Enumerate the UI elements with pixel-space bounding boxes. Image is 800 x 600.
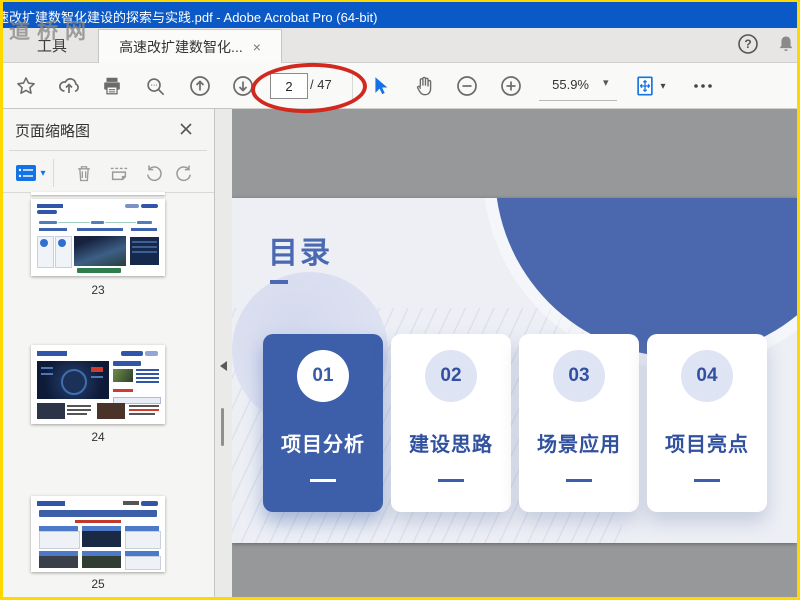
page-thumbnail-24[interactable] xyxy=(31,345,165,424)
next-page-icon[interactable] xyxy=(229,72,257,100)
toc-card-dash xyxy=(438,479,464,482)
toc-card-3[interactable]: 03 场景应用 xyxy=(519,334,639,512)
zoom-dropdown-caret-icon[interactable]: ▾ xyxy=(603,76,609,89)
thumbnail-page-number: 25 xyxy=(91,577,105,591)
sidebar-scrollbar-thumb[interactable] xyxy=(221,408,224,446)
panel-title: 页面缩略图 xyxy=(15,123,91,140)
delete-page-icon[interactable] xyxy=(71,159,97,187)
window-title: 速改扩建数智化建设的探索与实践.pdf - Adobe Acrobat Pro … xyxy=(3,10,378,25)
rotate-ccw-icon[interactable] xyxy=(141,159,167,187)
zoom-out-icon[interactable] xyxy=(453,72,481,100)
panel-resize-strip[interactable] xyxy=(215,109,232,597)
toc-card-number: 02 xyxy=(425,350,477,402)
options-caret-icon[interactable]: ▾ xyxy=(36,159,50,187)
toc-card-label: 场景应用 xyxy=(537,434,621,456)
toc-title-dash xyxy=(270,280,288,284)
toc-title: 目录 xyxy=(268,237,332,270)
tab-close-icon[interactable]: × xyxy=(253,39,261,55)
page-thumbnail-23[interactable] xyxy=(31,199,165,276)
toc-card-dash xyxy=(310,479,336,482)
tab-tools[interactable]: 工具 xyxy=(13,30,91,61)
print-icon[interactable] xyxy=(98,72,126,100)
tab-tools-label: 工具 xyxy=(36,38,67,55)
tab-document[interactable]: 高速改扩建数智化... × xyxy=(98,29,282,64)
search-icon[interactable] xyxy=(141,72,169,100)
more-tools-icon[interactable] xyxy=(689,72,717,100)
toc-card-number: 01 xyxy=(297,350,349,402)
extract-page-icon[interactable] xyxy=(106,159,132,187)
share-upload-icon[interactable] xyxy=(55,72,83,100)
thumbnail-page-number: 24 xyxy=(91,430,105,444)
toolbar-divider xyxy=(352,70,353,100)
document-viewport[interactable]: 目录 01 项目分析 02 建设思路 03 场景应用 04 项目亮点 xyxy=(232,108,797,597)
toc-card-4[interactable]: 04 项目亮点 xyxy=(647,334,767,512)
thumbnail-partial xyxy=(31,192,165,195)
toc-card-dash xyxy=(694,479,720,482)
favorites-star-icon[interactable] xyxy=(12,72,40,100)
help-icon[interactable]: ? xyxy=(735,29,761,59)
hand-tool-icon[interactable] xyxy=(410,72,438,100)
panel-tools-divider xyxy=(53,159,54,187)
panel-close-icon[interactable] xyxy=(175,118,197,140)
acrobat-window: 速改扩建数智化建设的探索与实践.pdf - Adobe Acrobat Pro … xyxy=(3,2,797,597)
screenshot-frame: 速改扩建数智化建设的探索与实践.pdf - Adobe Acrobat Pro … xyxy=(0,0,800,600)
toc-card-number: 04 xyxy=(681,350,733,402)
window-titlebar[interactable]: 速改扩建数智化建设的探索与实践.pdf - Adobe Acrobat Pro … xyxy=(3,2,797,28)
sidebar-collapse-arrow-icon[interactable] xyxy=(220,361,227,371)
page-count-label: / 47 xyxy=(310,77,332,92)
pdf-page[interactable]: 目录 01 项目分析 02 建设思路 03 场景应用 04 项目亮点 xyxy=(232,198,797,543)
rotate-cw-icon[interactable] xyxy=(171,159,197,187)
toc-card-number: 03 xyxy=(553,350,605,402)
select-tool-icon[interactable] xyxy=(366,72,394,100)
toc-card-1[interactable]: 01 项目分析 xyxy=(263,334,383,512)
page-thumbnail-25[interactable] xyxy=(31,496,165,572)
previous-page-icon[interactable] xyxy=(186,72,214,100)
main-toolbar: / 47 55.9% ▾ ▾ xyxy=(3,60,797,116)
page-number-input[interactable] xyxy=(270,73,308,99)
zoom-in-icon[interactable] xyxy=(497,72,525,100)
panel-divider xyxy=(9,150,207,151)
thumbnail-page-number: 23 xyxy=(91,283,105,297)
tab-bar: 工具 高速改扩建数智化... × ? xyxy=(3,28,797,64)
toc-card-label: 项目亮点 xyxy=(665,434,749,456)
zoom-level-value[interactable]: 55.9% xyxy=(541,77,589,92)
toc-card-2[interactable]: 02 建设思路 xyxy=(391,334,511,512)
tab-document-label: 高速改扩建数智化... xyxy=(119,39,243,55)
thumbnails-panel: 页面缩略图 ▾ 23 24 25 xyxy=(3,109,214,597)
zoom-control-underline xyxy=(539,100,617,101)
svg-text:?: ? xyxy=(744,37,751,51)
red-ellipse-annotation xyxy=(250,60,368,116)
notification-bell-icon[interactable] xyxy=(773,29,797,59)
toc-card-label: 建设思路 xyxy=(409,434,493,456)
toc-card-dash xyxy=(566,479,592,482)
toc-card-label: 项目分析 xyxy=(281,434,365,456)
page-fit-caret-icon[interactable]: ▾ xyxy=(655,72,671,100)
